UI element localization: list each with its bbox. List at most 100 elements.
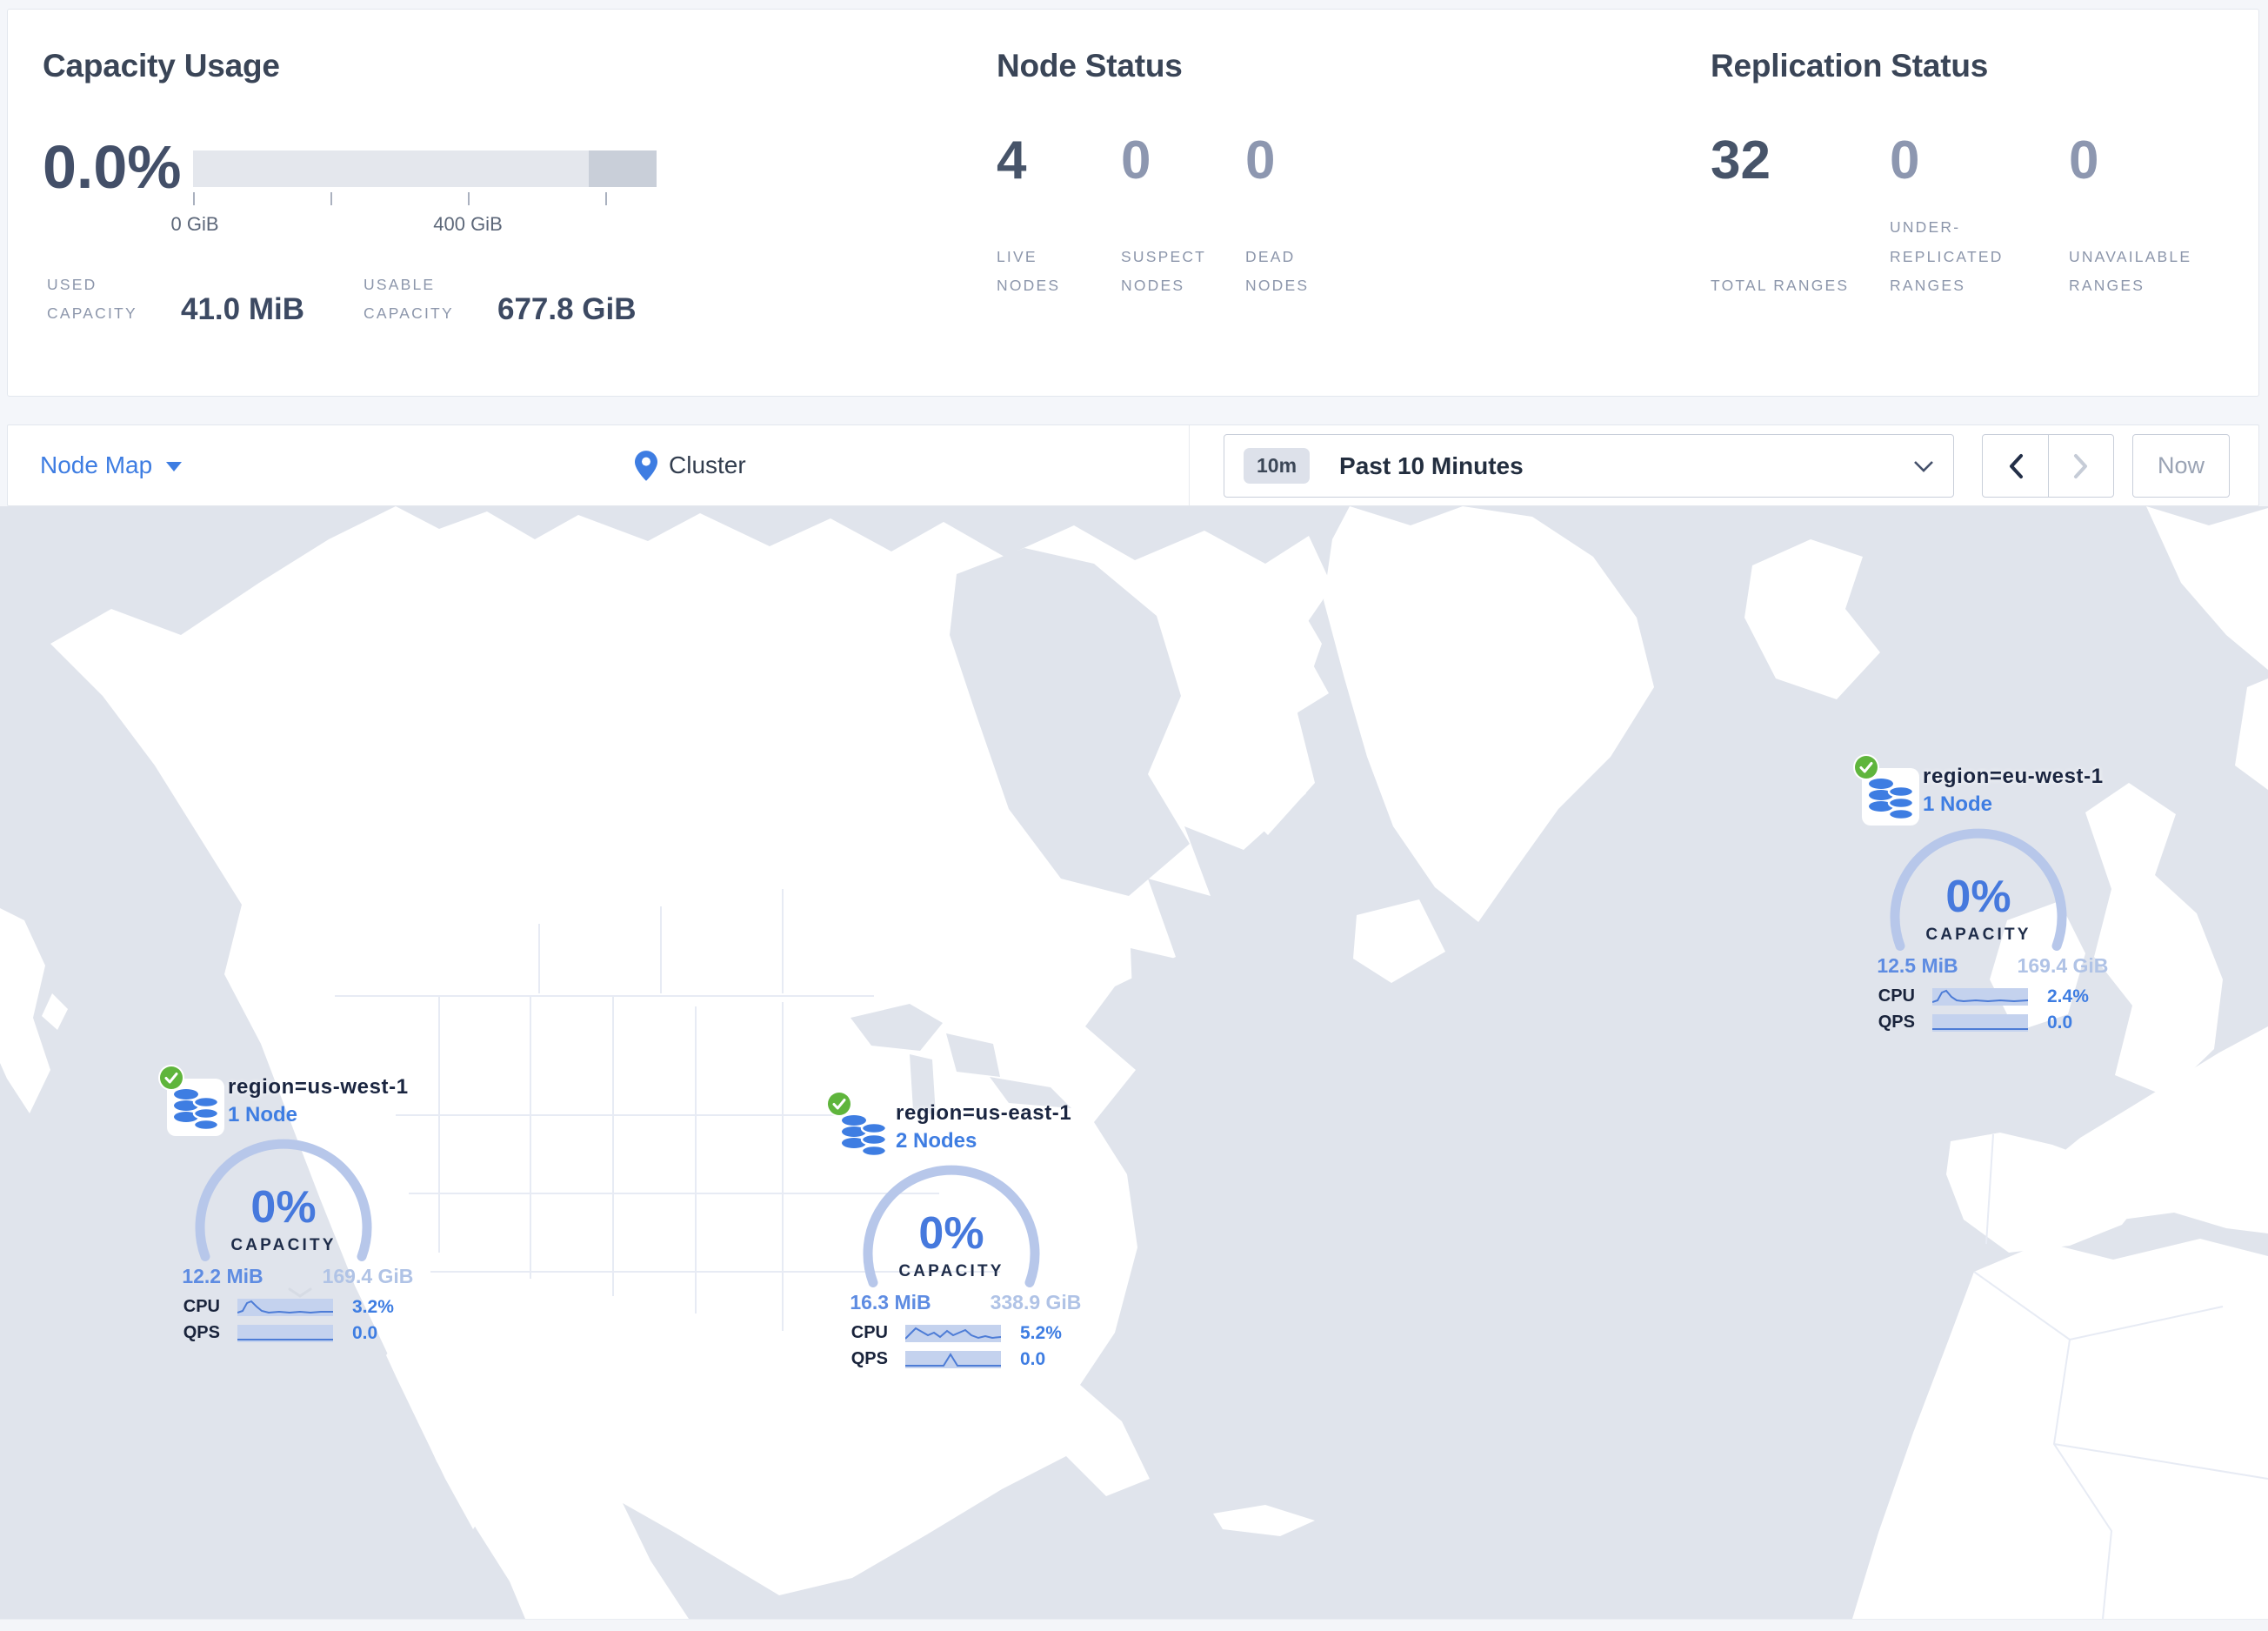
axis-tick	[468, 192, 470, 205]
region-used-capacity: 12.2 MiB	[182, 1265, 263, 1287]
qps-metric-row: QPS 0.0	[1853, 1013, 2114, 1033]
next-time-button[interactable]	[2048, 435, 2113, 497]
capacity-bar-track	[193, 150, 657, 187]
cpu-metric-row: CPU 3.2%	[158, 1297, 419, 1317]
axis-tick	[330, 192, 332, 205]
qps-metric-row: QPS 0.0	[158, 1323, 419, 1343]
qps-sparkline	[1932, 1014, 2028, 1032]
view-mode-label: Node Map	[40, 451, 153, 478]
live-nodes-value: 4	[997, 130, 1027, 191]
live-nodes-label: LIVE NODES	[997, 247, 1061, 294]
capacity-used-percent: 0.0%	[43, 133, 182, 201]
time-range-label: Past 10 Minutes	[1339, 451, 1524, 479]
used-capacity-label: USED CAPACITY	[47, 276, 137, 323]
map-pin-icon	[635, 450, 657, 481]
time-window-badge: 10m	[1244, 448, 1311, 484]
node-status-group: 4 LIVE NODES 0 SUSPECT NODES 0 DEAD NODE…	[997, 130, 1370, 300]
cpu-value: 2.4%	[2047, 986, 2089, 1006]
gauge-label: CAPACITY	[1925, 926, 2031, 944]
region-card-us-west-1[interactable]: region=us-west-1 1 Node 0% CAPACITY 12.2…	[158, 1065, 419, 1354]
time-pager	[1982, 434, 2114, 498]
unavailable-ranges-label: UNAVAILABLE RANGES	[2069, 247, 2192, 294]
qps-label: QPS	[183, 1323, 220, 1342]
unavailable-ranges-stat: 0 UNAVAILABLE RANGES	[2069, 130, 2248, 300]
chevron-down-icon	[1914, 460, 1933, 472]
region-node-count: 2 Nodes	[896, 1129, 977, 1153]
chevron-left-icon	[2009, 453, 2023, 478]
total-ranges-stat: 32 TOTAL RANGES	[1711, 130, 1890, 300]
cpu-value: 3.2%	[352, 1297, 394, 1317]
usable-capacity-label: USABLE CAPACITY	[364, 276, 454, 323]
qps-label: QPS	[850, 1349, 888, 1368]
axis-tick	[605, 192, 607, 205]
region-total-capacity: 169.4 GiB	[2017, 954, 2109, 977]
used-capacity-value: 41.0 MiB	[181, 291, 304, 326]
caret-down-icon	[166, 462, 183, 471]
cpu-sparkline	[237, 1299, 333, 1316]
qps-sparkline	[237, 1325, 333, 1342]
usable-capacity-value: 677.8 GiB	[497, 291, 637, 326]
region-card-eu-west-1[interactable]: region=eu-west-1 1 Node 0% CAPACITY 12.5…	[1853, 754, 2114, 1043]
gauge-percent: 0%	[918, 1208, 984, 1259]
capacity-bar: 0 GiB 400 GiB	[170, 150, 657, 235]
gauge-percent: 0%	[250, 1182, 316, 1233]
live-nodes-stat: 4 LIVE NODES	[997, 130, 1121, 300]
view-mode-dropdown[interactable]: Node Map	[40, 425, 183, 505]
cpu-metric-row: CPU 5.2%	[826, 1323, 1087, 1343]
database-icon[interactable]	[173, 1087, 220, 1131]
suspect-nodes-label: SUSPECT NODES	[1121, 247, 1206, 294]
capacity-values: 12.5 MiB 169.4 GiB	[1853, 954, 2114, 979]
capacity-bar-reserved-segment	[589, 150, 657, 187]
node-map: region=us-west-1 1 Node 0% CAPACITY 12.2…	[0, 506, 2268, 1619]
dead-nodes-stat: 0 DEAD NODES	[1245, 130, 1370, 300]
dead-nodes-value: 0	[1245, 130, 1276, 191]
qps-value: 0.0	[1020, 1349, 1046, 1369]
cpu-label: CPU	[850, 1323, 888, 1342]
qps-metric-row: QPS 0.0	[826, 1349, 1087, 1369]
total-ranges-value: 32	[1711, 130, 1771, 191]
region-used-capacity: 16.3 MiB	[850, 1291, 931, 1313]
region-node-count: 1 Node	[1923, 792, 1993, 816]
used-capacity-stat: USED CAPACITY 41.0 MiB	[47, 271, 304, 331]
capacity-gauge: 0% CAPACITY	[863, 1165, 1040, 1287]
region-total-capacity: 338.9 GiB	[990, 1291, 1082, 1313]
qps-value: 0.0	[2047, 1013, 2073, 1033]
cpu-label: CPU	[1878, 986, 1915, 1006]
chevron-right-icon	[2074, 453, 2087, 478]
prev-time-button[interactable]	[1983, 435, 2048, 497]
gauge-percent: 0%	[1945, 872, 2011, 922]
region-total-capacity: 169.4 GiB	[322, 1265, 414, 1287]
capacity-values: 12.2 MiB 169.4 GiB	[158, 1265, 419, 1289]
map-toolbar: Node Map Cluster 10m Past 10 Minutes Now	[7, 424, 2259, 506]
breadcrumb[interactable]: Cluster	[635, 425, 746, 505]
under-replicated-ranges-value: 0	[1890, 130, 1920, 191]
capacity-values: 16.3 MiB 338.9 GiB	[826, 1291, 1087, 1315]
qps-value: 0.0	[352, 1323, 378, 1343]
capacity-gauge: 0% CAPACITY	[195, 1139, 372, 1261]
region-card-us-east-1[interactable]: region=us-east-1 2 Nodes 0% CAPACITY 16.…	[826, 1091, 1087, 1380]
suspect-nodes-stat: 0 SUSPECT NODES	[1121, 130, 1245, 300]
dead-nodes-label: DEAD NODES	[1245, 247, 1310, 294]
capacity-usage-title: Capacity Usage	[43, 48, 280, 84]
total-ranges-label: TOTAL RANGES	[1711, 276, 1850, 294]
map-footer-strip	[0, 1619, 2268, 1631]
expand-chevron-icon[interactable]	[288, 1287, 312, 1298]
gauge-label: CAPACITY	[898, 1262, 1004, 1280]
axis-tick	[193, 192, 195, 205]
database-icon[interactable]	[1868, 777, 1915, 820]
region-node-count: 1 Node	[228, 1103, 298, 1126]
node-status-title: Node Status	[997, 48, 1183, 84]
region-name: region=eu-west-1	[1923, 765, 2104, 788]
under-replicated-ranges-stat: 0 UNDER-REPLICATED RANGES	[1890, 130, 2069, 300]
cluster-summary-panel: Capacity Usage 0.0% 0 GiB 400 GiB USED C…	[7, 9, 2259, 397]
database-icon[interactable]	[841, 1113, 888, 1157]
toolbar-divider	[1189, 425, 1190, 505]
cpu-label: CPU	[183, 1297, 220, 1316]
time-range-dropdown[interactable]: 10m Past 10 Minutes	[1224, 434, 1954, 498]
cpu-sparkline	[1932, 988, 2028, 1006]
axis-tick-label: 400 GiB	[433, 213, 503, 235]
region-name: region=us-west-1	[228, 1075, 409, 1099]
now-button[interactable]: Now	[2132, 434, 2230, 498]
qps-sparkline	[905, 1351, 1001, 1368]
cpu-sparkline	[905, 1325, 1001, 1342]
